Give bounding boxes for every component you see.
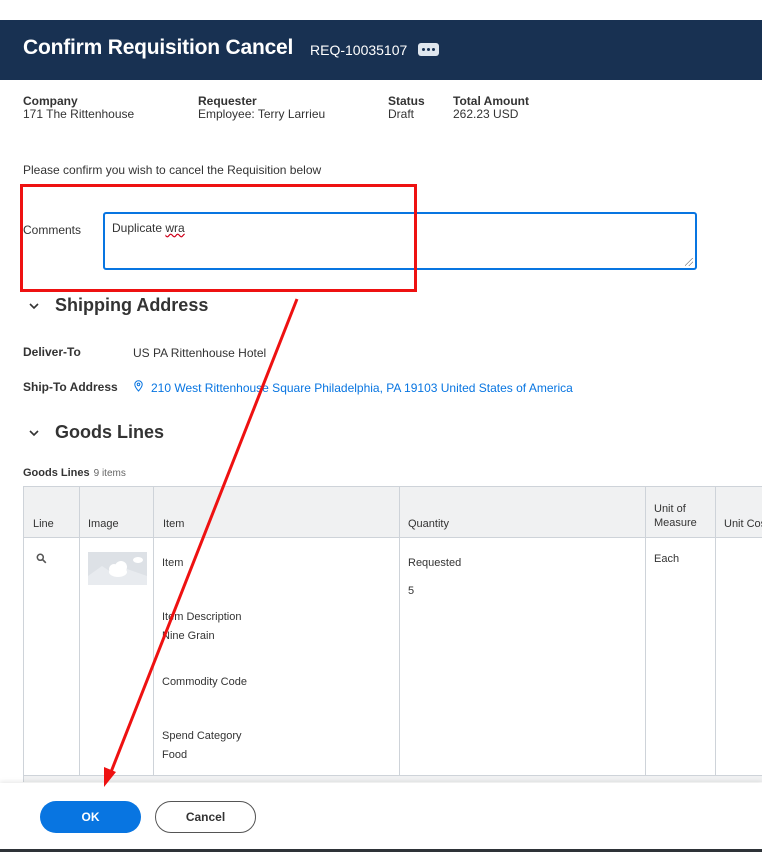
total-summary: Total Amount 262.23 USD <box>453 95 529 121</box>
column-header-item[interactable]: Item <box>163 517 184 531</box>
table-row-separator <box>24 775 762 782</box>
page-title: Confirm Requisition Cancel <box>23 36 294 59</box>
column-unit-of-measure <box>646 487 716 782</box>
company-value: 171 The Rittenhouse <box>23 107 135 121</box>
ship-to-address-label: Ship-To Address <box>23 380 118 394</box>
column-header-line[interactable]: Line <box>33 517 54 531</box>
column-header-unit-cost[interactable]: Unit Cost <box>724 517 762 531</box>
requisition-id: REQ-10035107 <box>310 42 408 58</box>
cancel-button[interactable]: Cancel <box>155 801 256 833</box>
item-label: Item <box>162 557 184 569</box>
requester-value: Employee: Terry Larrieu <box>198 107 326 121</box>
commodity-code-label: Commodity Code <box>162 676 247 688</box>
column-line <box>24 487 80 782</box>
goods-lines-section[interactable]: Goods Lines <box>28 422 164 443</box>
annotation-highlight-box <box>20 184 417 292</box>
status-value: Draft <box>388 107 415 121</box>
ellipsis-icon[interactable] <box>418 43 439 56</box>
cloud-placeholder-icon <box>88 552 147 585</box>
quantity-requested-label: Requested <box>408 557 462 569</box>
column-header-image[interactable]: Image <box>88 517 119 531</box>
column-image <box>80 487 154 782</box>
location-pin-icon <box>134 380 143 392</box>
item-description-value: Nine Grain <box>162 630 215 642</box>
ok-button[interactable]: OK <box>40 801 141 833</box>
chevron-down-icon <box>29 429 39 436</box>
item-image[interactable] <box>88 552 147 585</box>
spend-category-value: Food <box>162 749 188 761</box>
status-summary: Status Draft <box>388 95 425 121</box>
company-summary: Company 171 The Rittenhouse <box>23 95 134 121</box>
total-amount-value: 262.23 USD <box>453 107 519 121</box>
unit-of-measure-value: Each <box>654 553 680 565</box>
deliver-to-label: Deliver-To <box>23 345 81 359</box>
resize-handle-icon[interactable] <box>685 258 693 266</box>
goods-lines-caption: Goods Lines 9 items <box>23 467 126 479</box>
goods-lines-heading: Goods Lines <box>55 422 165 442</box>
item-description-label: Item Description <box>162 611 242 623</box>
page-header: Confirm Requisition Cancel REQ-10035107 <box>0 20 762 80</box>
column-quantity <box>400 487 646 782</box>
column-header-quantity[interactable]: Quantity <box>408 517 449 531</box>
quantity-requested-value: 5 <box>408 585 415 597</box>
footer-bar: OK Cancel <box>0 783 762 852</box>
ship-to-address-link[interactable]: 210 West Rittenhouse Square Philadelphia… <box>151 381 573 395</box>
goods-lines-caption-label: Goods Lines <box>23 467 90 479</box>
shipping-address-section[interactable]: Shipping Address <box>28 295 208 316</box>
column-header-unit-of-measure[interactable]: Unit of Measure <box>654 502 704 530</box>
deliver-to-value: US PA Rittenhouse Hotel <box>133 346 267 360</box>
search-icon[interactable] <box>36 553 47 564</box>
goods-lines-count: 9 items <box>93 468 126 479</box>
goods-lines-table: Line Image Item Quantity Unit of Measure… <box>23 486 762 782</box>
confirm-message: Please confirm you wish to cancel the Re… <box>23 163 322 177</box>
chevron-down-icon <box>29 302 39 309</box>
shipping-address-heading: Shipping Address <box>55 295 209 315</box>
spend-category-label: Spend Category <box>162 730 242 742</box>
requester-summary: Requester Employee: Terry Larrieu <box>198 95 325 121</box>
